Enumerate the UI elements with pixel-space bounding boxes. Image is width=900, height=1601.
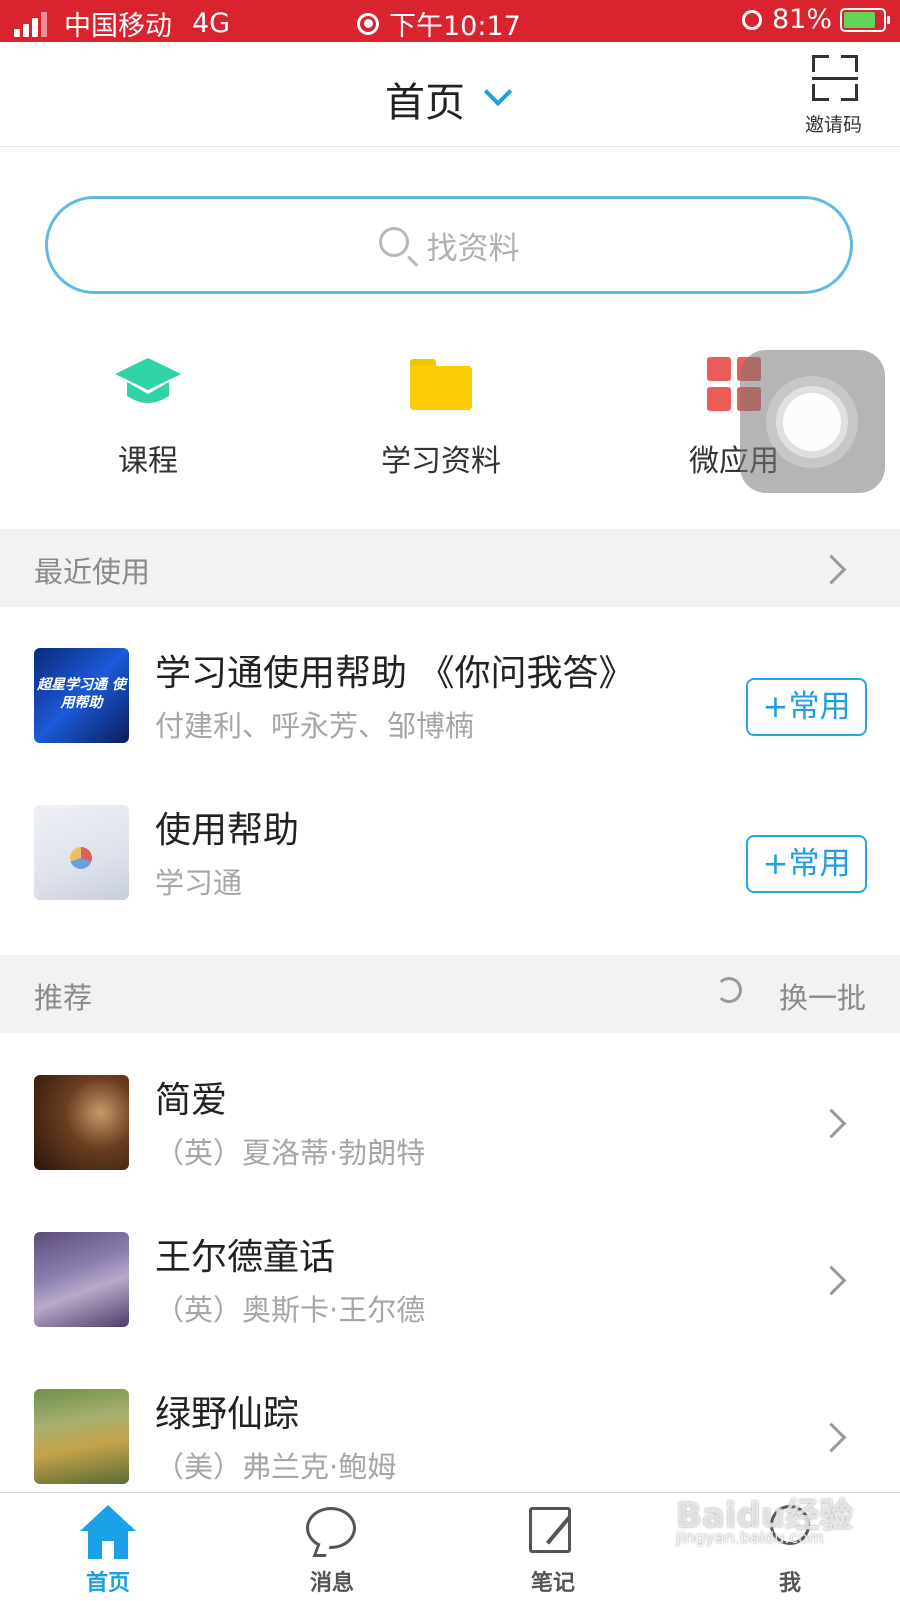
message-icon xyxy=(306,1507,356,1549)
add-favorite-button[interactable]: +常用 xyxy=(746,678,867,736)
rotation-lock-icon xyxy=(741,9,762,30)
signal-icon xyxy=(14,11,50,37)
home-icon xyxy=(80,1505,136,1559)
book-cover xyxy=(34,1389,129,1484)
quick-entry-label: 课程 xyxy=(118,444,178,479)
invite-code-label[interactable]: 邀请码 xyxy=(805,110,862,137)
book-cover xyxy=(34,1232,129,1327)
list-item[interactable]: 简爱 （英）夏洛蒂·勃朗特 xyxy=(0,1039,900,1196)
item-subtitle: 付建利、呼永芳、邹博楠 xyxy=(155,709,475,743)
item-subtitle: 学习通 xyxy=(155,866,243,900)
status-bar: 中国移动 4G 下午10:17 81% xyxy=(0,0,900,42)
list-item[interactable]: 超星学习通 使用帮助 学习通使用帮助 《你问我答》 付建利、呼永芳、邹博楠 +常… xyxy=(0,612,900,769)
item-title: 简爱 xyxy=(155,1080,228,1121)
battery-icon xyxy=(840,7,890,32)
network-type: 4G xyxy=(192,8,231,39)
chevron-right-icon xyxy=(816,1422,847,1453)
item-title: 学习通使用帮助 《你问我答》 xyxy=(155,653,635,694)
search-input[interactable]: 找资料 xyxy=(45,196,853,294)
note-icon xyxy=(529,1507,571,1553)
page-title[interactable]: 首页 xyxy=(385,70,465,128)
tab-label: 消息 xyxy=(309,1571,354,1596)
search-icon xyxy=(378,227,409,257)
item-title: 绿野仙踪 xyxy=(155,1394,300,1435)
tab-notes[interactable]: 笔记 xyxy=(483,1493,623,1601)
add-favorite-button[interactable]: +常用 xyxy=(746,835,867,893)
list-item[interactable]: 绿野仙踪 （美）弗兰克·鲍姆 xyxy=(0,1353,900,1510)
search-placeholder: 找资料 xyxy=(426,230,520,267)
folder-icon xyxy=(341,352,541,416)
watermark-url: jingyan.baidu.com xyxy=(676,1528,824,1547)
tab-label: 首页 xyxy=(85,1571,130,1596)
tab-label: 我 xyxy=(778,1571,801,1596)
course-thumbnail xyxy=(34,805,129,900)
section-title: 推荐 xyxy=(34,981,93,1015)
quick-entry-label: 学习资料 xyxy=(381,444,501,479)
section-title: 最近使用 xyxy=(34,555,151,589)
refresh-button[interactable]: 换一批 xyxy=(779,975,866,1017)
quick-entry-materials[interactable]: 学习资料 xyxy=(341,352,541,480)
book-cover xyxy=(34,1075,129,1170)
refresh-icon[interactable] xyxy=(716,977,742,1003)
screen-record-icon xyxy=(357,12,379,35)
item-subtitle: （英）夏洛蒂·勃朗特 xyxy=(155,1136,426,1170)
graduation-cap-icon xyxy=(48,352,248,416)
list-item[interactable]: 使用帮助 学习通 +常用 xyxy=(0,769,900,926)
item-title: 王尔德童话 xyxy=(155,1237,336,1278)
item-subtitle: （美）弗兰克·鲍姆 xyxy=(155,1450,397,1484)
item-subtitle: （英）奥斯卡·王尔德 xyxy=(155,1293,426,1327)
course-thumbnail: 超星学习通 使用帮助 xyxy=(34,648,129,743)
clock: 下午10:17 xyxy=(389,11,521,42)
chevron-right-icon xyxy=(816,1108,847,1139)
chevron-right-icon xyxy=(816,554,847,585)
chevron-down-icon[interactable] xyxy=(483,77,513,107)
item-title: 使用帮助 xyxy=(155,810,300,851)
recent-section-header[interactable]: 最近使用 xyxy=(0,529,900,607)
assistive-touch-button[interactable] xyxy=(740,350,885,493)
recommend-section-header: 推荐 换一批 xyxy=(0,955,900,1033)
tab-home[interactable]: 首页 xyxy=(38,1493,178,1601)
quick-entry-course[interactable]: 课程 xyxy=(48,352,248,480)
nav-bar: 首页 邀请码 xyxy=(0,42,900,147)
tab-label: 笔记 xyxy=(530,1571,575,1596)
scan-icon[interactable] xyxy=(812,55,858,101)
tab-messages[interactable]: 消息 xyxy=(262,1493,402,1601)
chevron-right-icon xyxy=(816,1265,847,1296)
battery-percent: 81% xyxy=(771,4,832,35)
list-item[interactable]: 王尔德童话 （英）奥斯卡·王尔德 xyxy=(0,1196,900,1353)
carrier-name: 中国移动 xyxy=(64,11,172,42)
